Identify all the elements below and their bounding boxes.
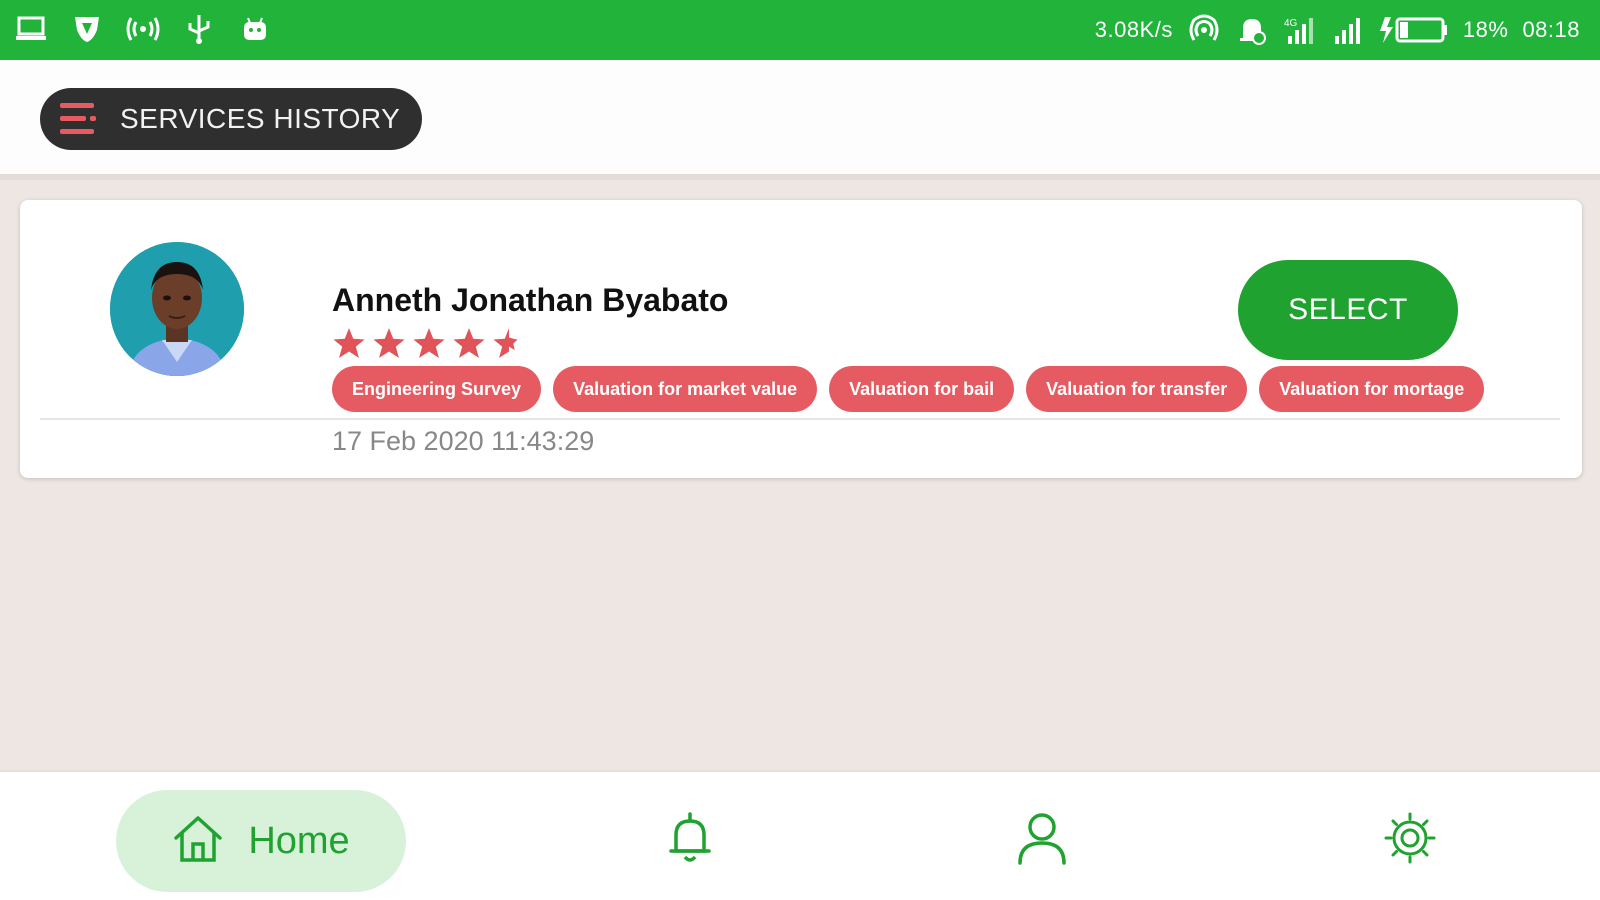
user-icon — [1016, 811, 1068, 870]
hotspot-icon — [126, 12, 160, 46]
svg-text:4G: 4G — [1284, 18, 1298, 29]
bell-icon — [666, 811, 714, 870]
service-tag: Valuation for bail — [829, 366, 1015, 412]
nav-home-label: Home — [248, 819, 350, 862]
service-tag: Valuation for market value — [553, 366, 818, 412]
wifi-icon — [1187, 13, 1221, 47]
menu-icon[interactable] — [58, 99, 102, 139]
half-star-icon — [492, 326, 526, 365]
select-button[interactable]: SELECT — [1238, 260, 1458, 360]
service-tags: Engineering Survey Valuation for market … — [332, 366, 1485, 412]
service-tag: Engineering Survey — [332, 366, 542, 412]
star-icon — [412, 326, 446, 365]
clock-time: 08:18 — [1522, 17, 1580, 42]
nav-home-tab[interactable]: Home — [116, 790, 406, 892]
provider-name: Anneth Jonathan Byabato — [332, 282, 729, 318]
rating-stars — [332, 326, 526, 365]
status-bar: 3.08K/s 4G 18% 08:18 — [0, 0, 1600, 60]
app-bar: SERVICES HISTORY — [0, 60, 1600, 180]
signal-icon — [1331, 13, 1365, 47]
android-icon — [238, 12, 272, 46]
laptop-icon — [14, 12, 48, 46]
star-icon — [372, 326, 406, 365]
page-title: SERVICES HISTORY — [120, 103, 401, 134]
service-history-card[interactable]: Anneth Jonathan Byabato SELECT Engineeri… — [20, 200, 1582, 478]
bottom-navigation: Home — [0, 770, 1600, 900]
nav-settings-tab[interactable] — [1380, 810, 1440, 870]
usb-icon — [182, 12, 216, 46]
services-history-header[interactable]: SERVICES HISTORY — [40, 88, 422, 150]
network-speed: 3.08K/s — [1094, 17, 1173, 42]
nav-profile-tab[interactable] — [1012, 810, 1072, 870]
settings-icon — [1383, 811, 1437, 870]
star-icon — [452, 326, 486, 365]
service-tag: Valuation for mortage — [1259, 366, 1485, 412]
nav-notifications-tab[interactable] — [660, 810, 720, 870]
card-divider — [40, 418, 1560, 420]
status-right-group: 3.08K/s 4G 18% 08:18 — [1095, 12, 1580, 48]
service-datetime: 17 Feb 2020 11:43:29 — [332, 426, 595, 456]
battery-percent: 18% — [1462, 17, 1509, 42]
home-icon — [172, 814, 224, 869]
battery-charging-icon — [1379, 13, 1449, 47]
status-left-icons — [14, 12, 272, 46]
service-tag: Valuation for transfer — [1026, 366, 1248, 412]
signal-4g-icon: 4G — [1283, 13, 1317, 47]
star-icon — [332, 326, 366, 365]
provider-avatar — [110, 242, 244, 376]
shield-icon — [70, 12, 104, 46]
notification-bell-icon — [1235, 13, 1269, 47]
